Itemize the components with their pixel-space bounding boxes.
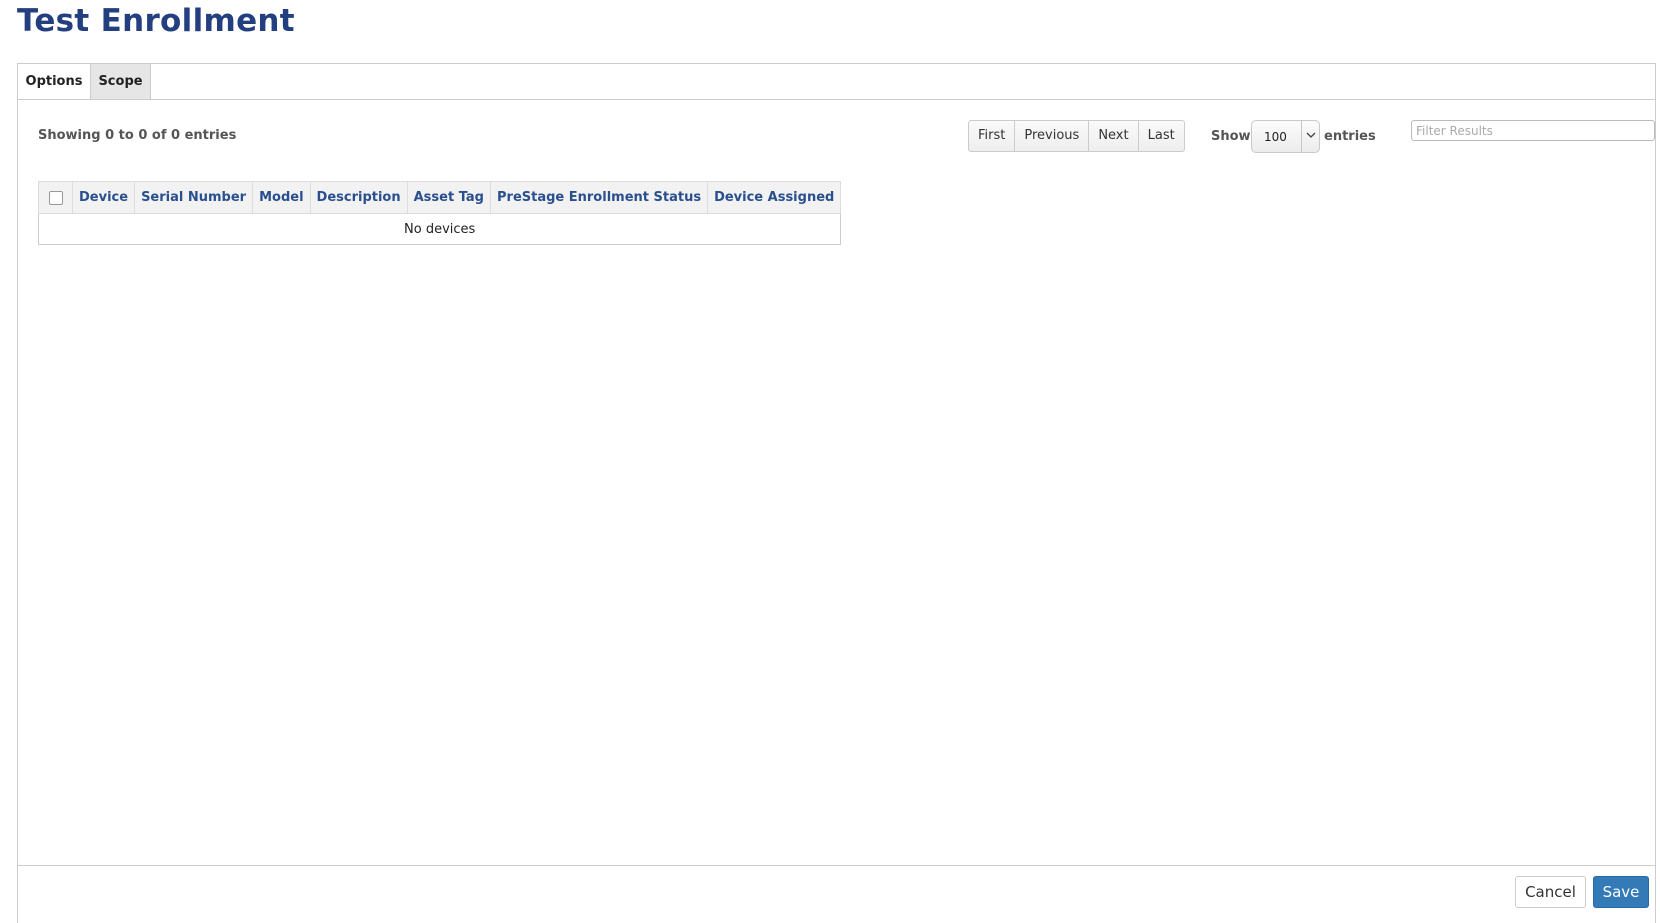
select-all-header (38, 181, 73, 214)
devices-table: Device Serial Number Model Description A… (38, 181, 842, 245)
pagination: First Previous Next Last (968, 120, 1185, 152)
select-divider (1301, 121, 1302, 152)
table-header-row: Device Serial Number Model Description A… (38, 181, 842, 214)
column-header-description[interactable]: Description (309, 181, 408, 214)
show-label: Show (1211, 129, 1251, 144)
column-header-model[interactable]: Model (252, 181, 311, 214)
tab-options[interactable]: Options (18, 64, 91, 99)
column-header-serial-number[interactable]: Serial Number (134, 181, 254, 214)
column-header-device[interactable]: Device (71, 181, 136, 214)
page-title: Test Enrollment (17, 3, 295, 39)
tab-scope[interactable]: Scope (91, 64, 151, 99)
scope-panel: Options Scope Showing 0 to 0 of 0 entrie… (17, 63, 1656, 923)
entries-per-page-select[interactable]: 100 (1251, 120, 1320, 153)
first-page-button[interactable]: First (969, 121, 1016, 151)
chevron-down-icon (1306, 132, 1316, 138)
tab-bar: Options Scope (18, 64, 1655, 100)
save-button[interactable]: Save (1593, 876, 1649, 908)
footer-divider (18, 865, 1655, 866)
select-all-checkbox[interactable] (48, 190, 63, 205)
table-info: Showing 0 to 0 of 0 entries (38, 128, 237, 143)
entries-per-page-value: 100 (1264, 130, 1287, 144)
next-page-button[interactable]: Next (1089, 121, 1139, 151)
column-header-prestage-status[interactable]: PreStage Enrollment Status (489, 181, 709, 214)
entries-label: entries (1324, 129, 1376, 144)
column-header-asset-tag[interactable]: Asset Tag (406, 181, 492, 214)
last-page-button[interactable]: Last (1139, 121, 1184, 151)
previous-page-button[interactable]: Previous (1015, 121, 1090, 151)
table-row-empty: No devices (39, 214, 841, 245)
filter-results-input[interactable] (1411, 120, 1655, 141)
cancel-button[interactable]: Cancel (1515, 876, 1586, 908)
empty-table-message: No devices (404, 221, 476, 237)
column-header-device-assigned[interactable]: Device Assigned (707, 181, 842, 214)
